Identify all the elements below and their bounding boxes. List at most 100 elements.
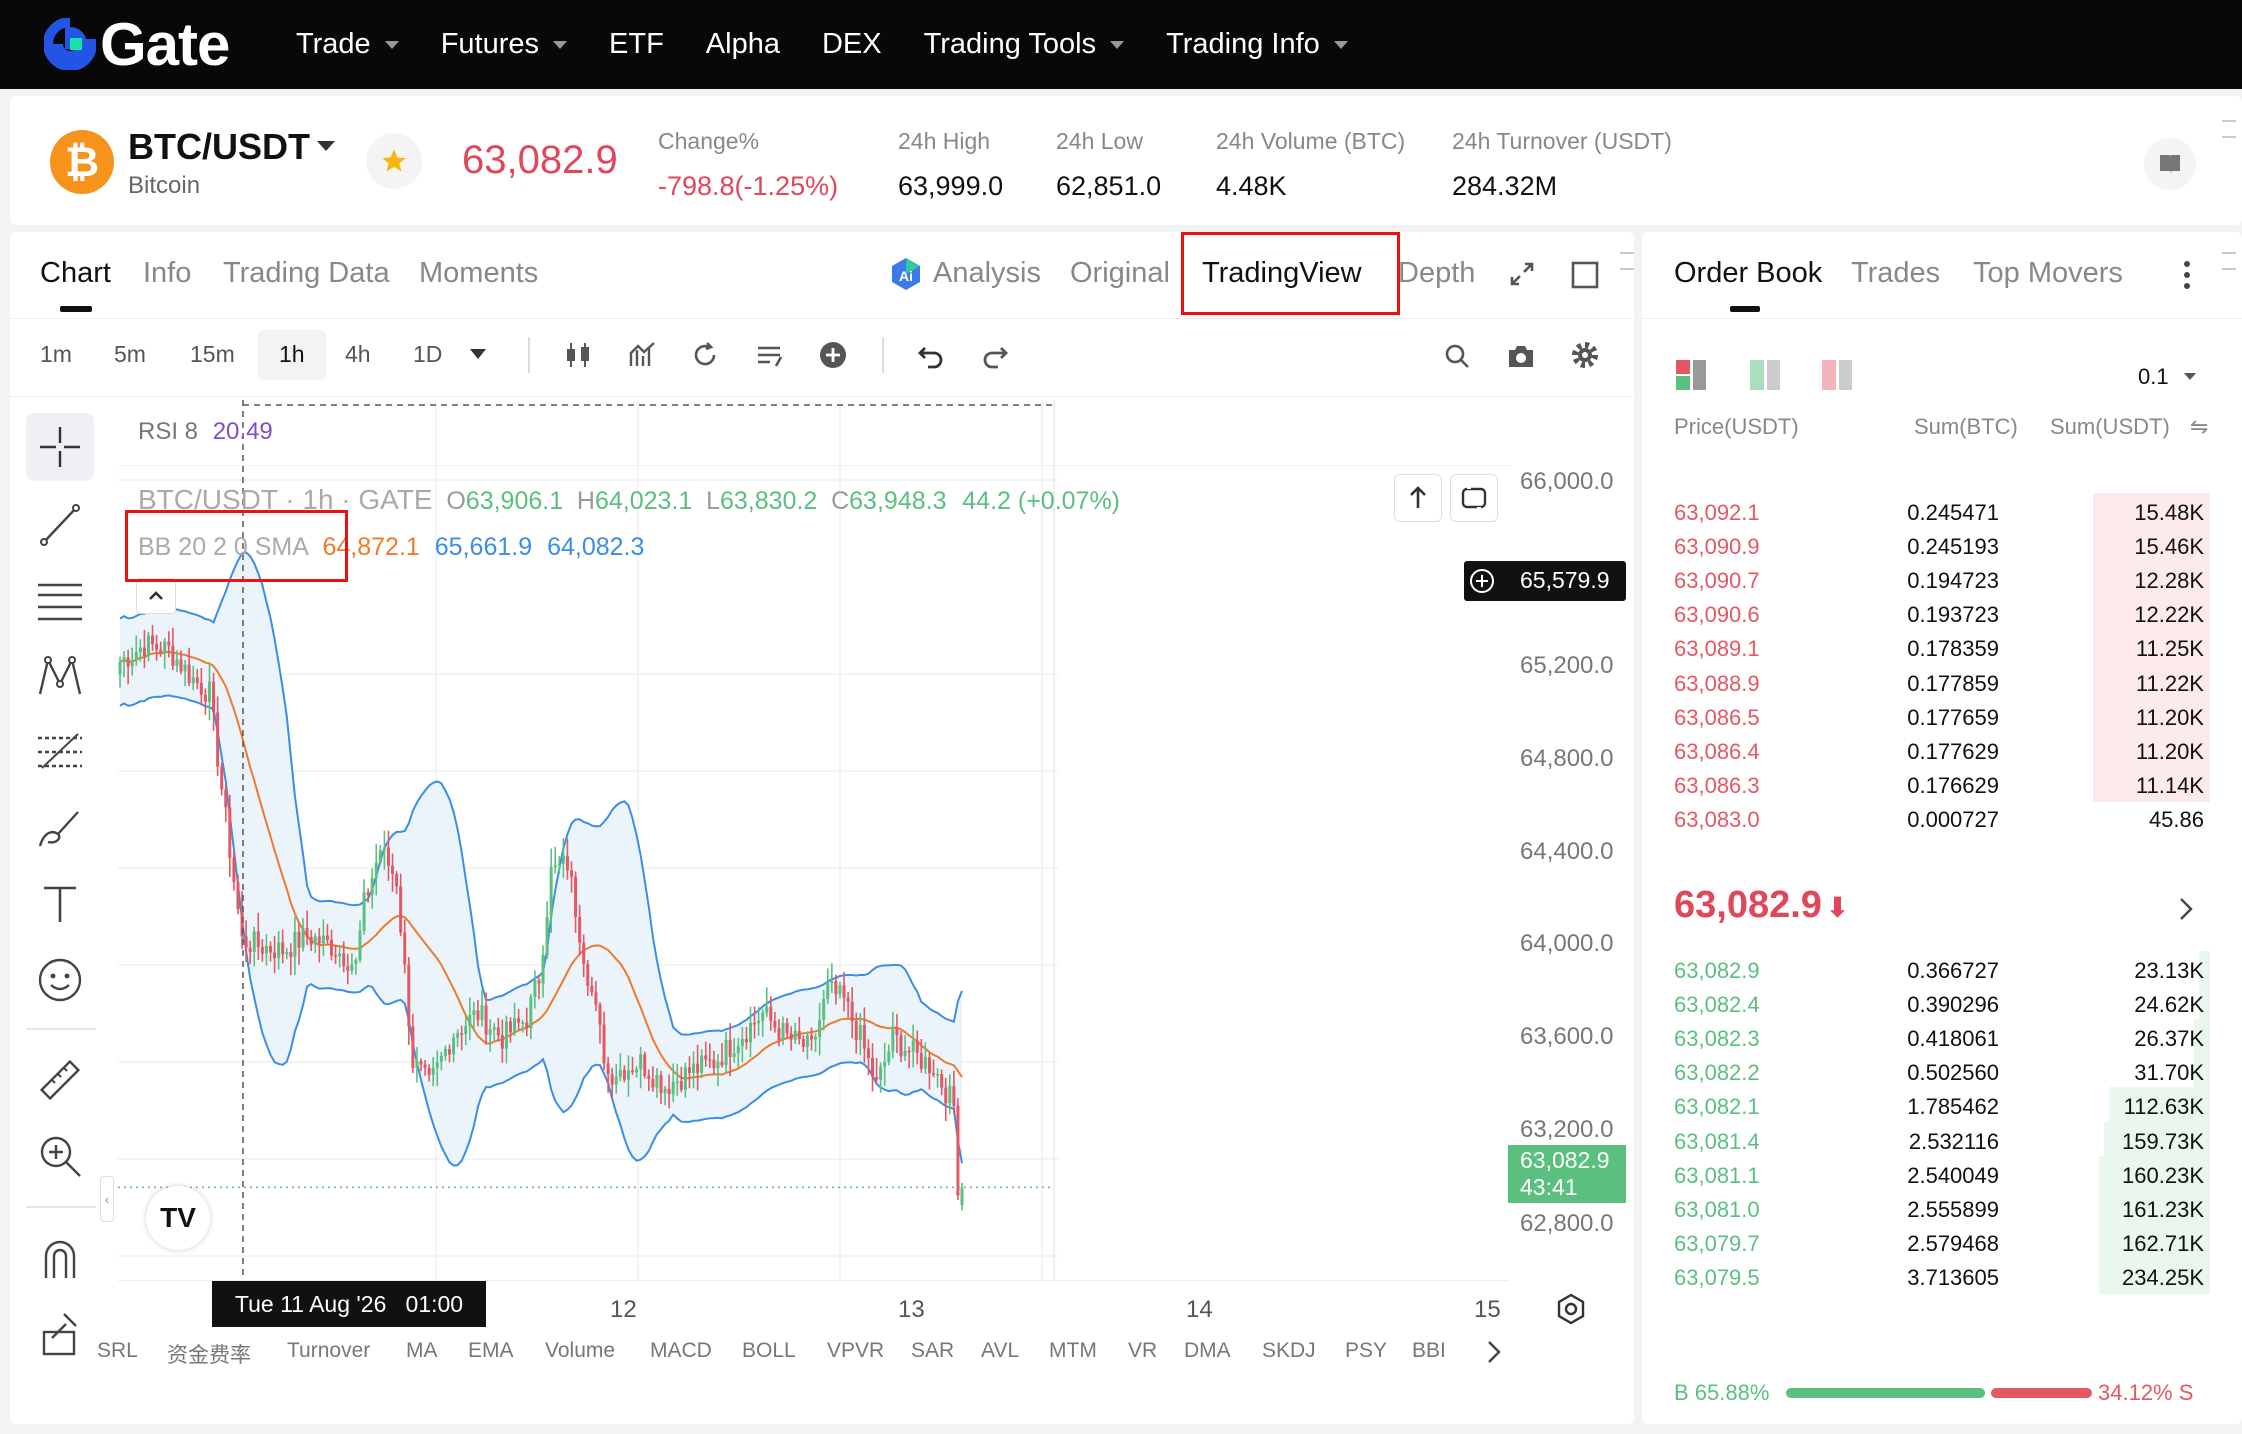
chart-settings-icon[interactable] — [1554, 1292, 1588, 1326]
timeframe-15m[interactable]: 15m — [190, 341, 235, 368]
panel-grip-icon[interactable] — [1620, 252, 1634, 270]
tab-trading-data[interactable]: Trading Data — [223, 257, 390, 290]
nav-item-dex[interactable]: DEX — [822, 28, 882, 61]
bid-row[interactable]: 63,079.5 3.713605 234.25K — [1674, 1257, 2210, 1299]
indicator-10[interactable]: AVL — [981, 1339, 1019, 1363]
indicator-2[interactable]: Turnover — [287, 1339, 370, 1363]
horizontal-lines-icon[interactable] — [36, 577, 84, 625]
indicator-0[interactable]: SRL — [97, 1339, 138, 1363]
indicator-1[interactable]: 资金费率 — [167, 1339, 251, 1369]
chevron-right-icon[interactable] — [2176, 896, 2196, 922]
ask-row[interactable]: 63,086.3 0.176629 11.14K — [1674, 765, 2210, 807]
pattern-icon[interactable] — [36, 652, 84, 700]
indicator-4[interactable]: EMA — [468, 1339, 514, 1363]
nav-item-alpha[interactable]: Alpha — [706, 28, 780, 61]
book-both-view-icon[interactable] — [1674, 358, 1708, 392]
precision-dropdown-icon[interactable] — [2184, 373, 2196, 380]
scroll-up-button[interactable] — [1394, 474, 1442, 522]
nav-item-etf[interactable]: ETF — [609, 28, 664, 61]
indicator-9[interactable]: SAR — [911, 1339, 954, 1363]
crosshair-icon[interactable] — [36, 423, 84, 471]
tab-top-movers[interactable]: Top Movers — [1973, 257, 2123, 290]
lock-drawing-icon[interactable] — [36, 1310, 84, 1358]
add-icon[interactable] — [818, 340, 848, 370]
more-vertical-icon[interactable] — [2180, 258, 2194, 292]
indicator-11[interactable]: MTM — [1049, 1339, 1097, 1363]
view-tab-original[interactable]: Original — [1070, 257, 1170, 290]
book-icon[interactable] — [2144, 138, 2196, 190]
text-tool-icon[interactable] — [36, 880, 84, 928]
precision-select[interactable]: 0.1 — [2138, 364, 2169, 390]
nav-item-trade[interactable]: Trade — [296, 28, 399, 61]
indicator-13[interactable]: DMA — [1184, 1339, 1231, 1363]
indicator-14[interactable]: SKDJ — [1262, 1339, 1316, 1363]
fib-retracement-icon[interactable] — [36, 728, 84, 776]
zoom-in-icon[interactable] — [36, 1132, 84, 1180]
fullscreen-icon[interactable] — [1570, 260, 1600, 290]
timeframe-1D[interactable]: 1D — [413, 341, 442, 368]
camera-icon[interactable] — [1506, 342, 1536, 370]
panel-grip-icon[interactable] — [2222, 120, 2236, 138]
ruler-icon[interactable] — [36, 1056, 84, 1104]
nav-item-futures[interactable]: Futures — [441, 28, 568, 61]
trend-line-icon[interactable] — [36, 500, 84, 548]
timeframe-5m[interactable]: 5m — [114, 341, 146, 368]
expand-icon[interactable] — [1508, 260, 1536, 288]
nav-item-trading-info[interactable]: Trading Info — [1166, 28, 1348, 61]
favorite-star-icon[interactable] — [366, 133, 422, 189]
undo-icon[interactable] — [916, 340, 946, 370]
brush-icon[interactable] — [36, 804, 84, 852]
nav-item-trading-tools[interactable]: Trading Tools — [924, 28, 1125, 61]
tradingview-logo-icon[interactable]: TV — [146, 1186, 210, 1250]
pair-name[interactable]: BTC/USDT — [128, 126, 310, 168]
settings-gear-icon[interactable] — [1570, 340, 1600, 370]
indicator-16[interactable]: BBI — [1412, 1339, 1446, 1363]
candles-type-icon[interactable] — [563, 340, 593, 370]
mid-price[interactable]: 63,082.9 ⬇ — [1674, 884, 1849, 927]
bb-legend[interactable]: BB 20 2 0 SMA 64,872.1 65,661.9 64,082.3 — [138, 533, 644, 562]
ask-row[interactable]: 63,083.0 0.000727 45.86 — [1674, 807, 2204, 841]
emoji-icon[interactable] — [36, 956, 84, 1004]
indicator-6[interactable]: MACD — [650, 1339, 712, 1363]
book-bids-view-icon[interactable] — [1748, 358, 1782, 392]
tab-order-book[interactable]: Order Book — [1674, 257, 1822, 290]
view-tab-depth[interactable]: Depth — [1398, 257, 1475, 290]
toggle-sum-icon[interactable]: ⇋ — [2190, 414, 2208, 440]
bid-row[interactable]: 63,082.3 0.418061 26.37K — [1674, 1019, 2210, 1060]
price-chart[interactable] — [118, 400, 1512, 1280]
timeframe-1h[interactable]: 1h — [279, 341, 305, 368]
add-alert-icon[interactable] — [1468, 567, 1496, 595]
gate-logo[interactable]: Gate — [44, 11, 230, 78]
timeframe-4h[interactable]: 4h — [345, 341, 371, 368]
indicator-15[interactable]: PSY — [1345, 1339, 1387, 1363]
indicator-3[interactable]: MA — [406, 1339, 438, 1363]
chevron-right-icon[interactable] — [1484, 1338, 1504, 1366]
indicator-8[interactable]: VPVR — [827, 1339, 884, 1363]
tab-chart[interactable]: Chart — [40, 257, 111, 290]
timeframe-1m[interactable]: 1m — [40, 341, 72, 368]
templates-icon[interactable] — [754, 340, 784, 370]
rsi-legend[interactable]: RSI 8 20.49 — [138, 418, 273, 446]
panel-grip-icon[interactable] — [2222, 252, 2236, 270]
search-icon[interactable] — [1443, 342, 1471, 370]
bid-row[interactable]: 63,082.9 0.366727 23.13K — [1674, 951, 2210, 992]
timeframe-dropdown-icon[interactable] — [470, 349, 486, 359]
refresh-icon[interactable] — [690, 340, 720, 370]
tab-trades[interactable]: Trades — [1851, 257, 1940, 290]
indicator-7[interactable]: BOLL — [742, 1339, 796, 1363]
view-tab-analysis[interactable]: Analysis — [933, 257, 1041, 290]
bid-row[interactable]: 63,082.4 0.390296 24.62K — [1674, 985, 2210, 1026]
view-tab-tradingview[interactable]: TradingView — [1202, 257, 1362, 290]
reset-scale-button[interactable] — [1450, 474, 1498, 522]
magnet-icon[interactable] — [36, 1234, 84, 1282]
collapse-legend-button[interactable] — [136, 578, 176, 614]
book-asks-view-icon[interactable] — [1820, 358, 1854, 392]
pair-dropdown-icon[interactable] — [317, 141, 335, 151]
redo-icon[interactable] — [980, 340, 1010, 370]
collapse-toolbar-button[interactable]: ‹ — [100, 1176, 114, 1222]
tab-moments[interactable]: Moments — [419, 257, 538, 290]
indicator-12[interactable]: VR — [1128, 1339, 1157, 1363]
indicator-5[interactable]: Volume — [545, 1339, 615, 1363]
indicators-icon[interactable] — [627, 340, 657, 370]
tab-info[interactable]: Info — [143, 257, 191, 290]
